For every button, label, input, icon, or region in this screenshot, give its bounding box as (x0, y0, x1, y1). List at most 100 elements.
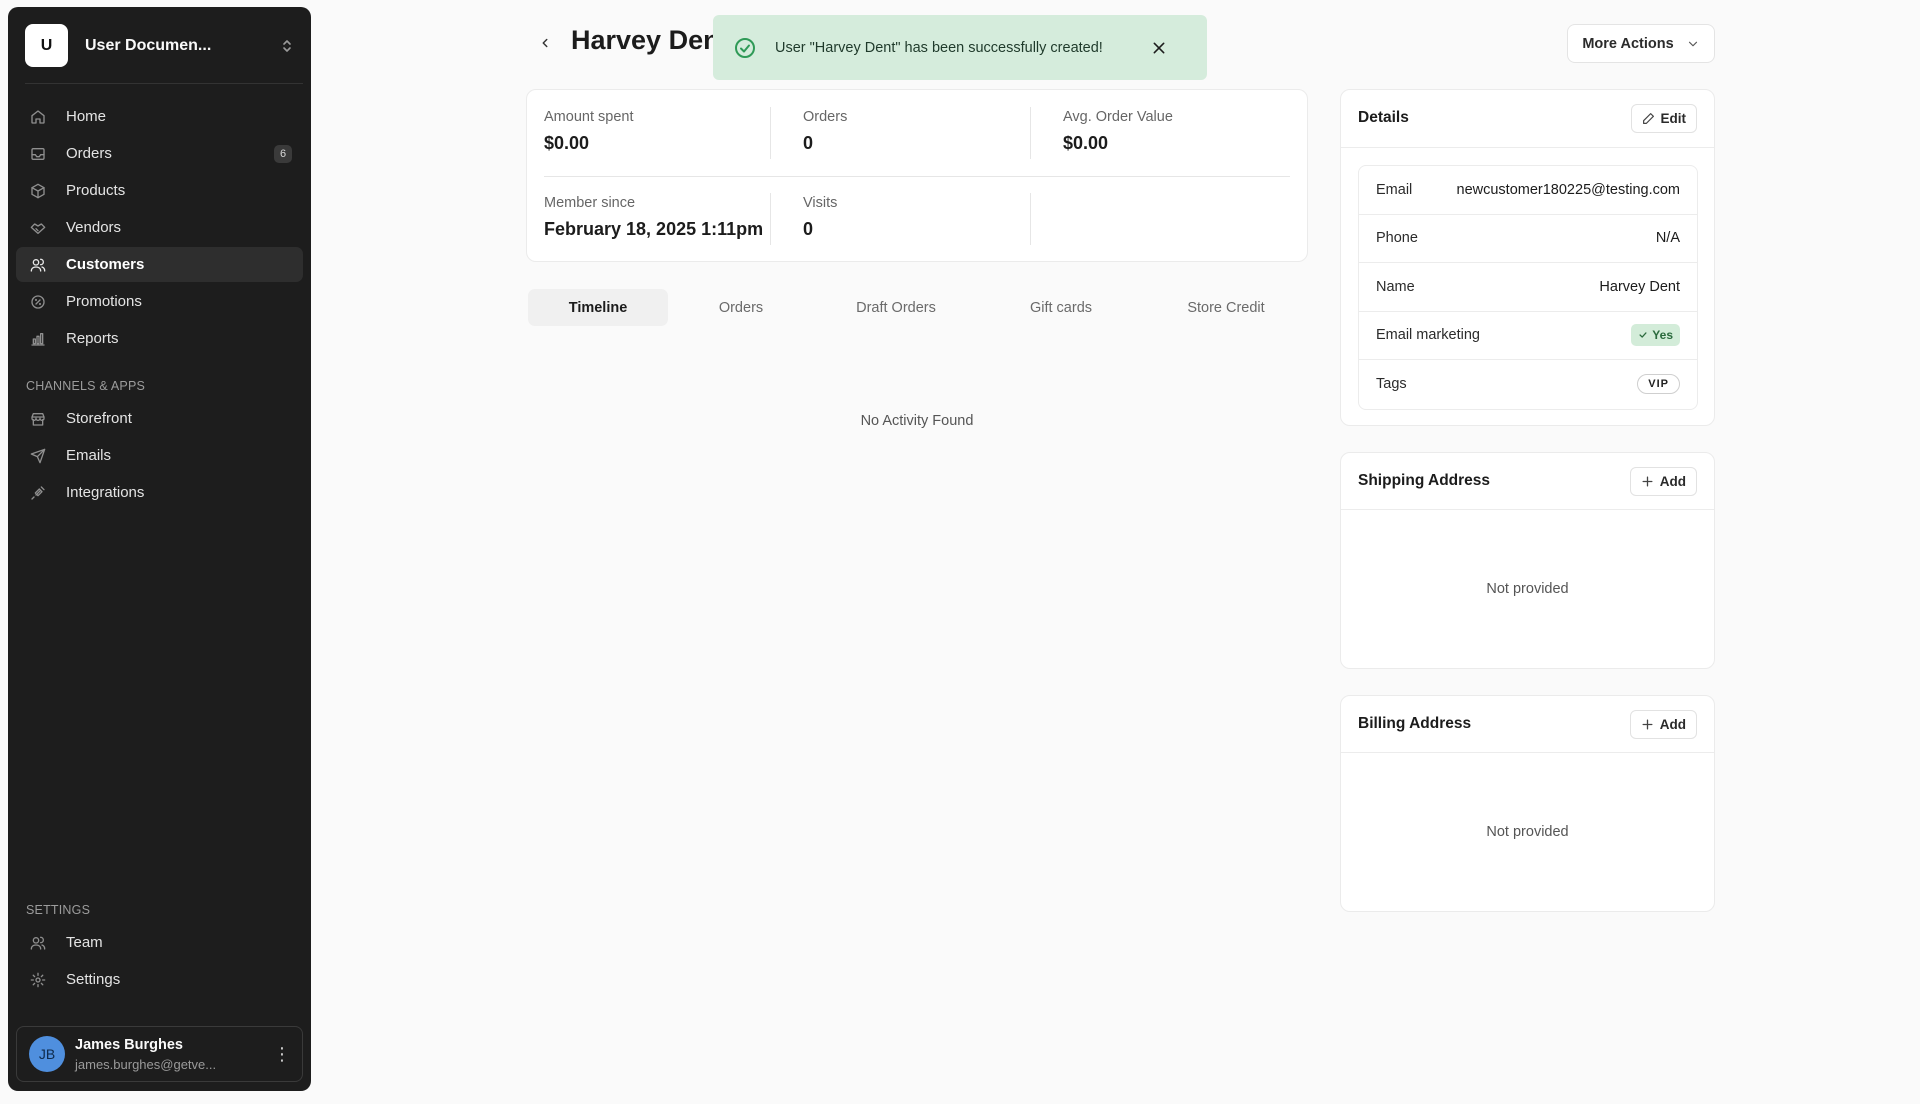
billing-title: Billing Address (1358, 715, 1472, 732)
send-icon (29, 447, 47, 465)
stat-amount-spent: Amount spent $0.00 (544, 109, 633, 154)
edit-details-button[interactable]: Edit (1630, 104, 1697, 133)
sidebar-item-promotions[interactable]: Promotions (16, 284, 303, 319)
plus-icon (1641, 718, 1654, 731)
sidebar-item-vendors[interactable]: Vendors (16, 210, 303, 245)
plug-icon (29, 484, 47, 502)
details-table: Email newcustomer180225@testing.com Phon… (1358, 165, 1698, 410)
shipping-address-card: Shipping Address Add Not provided (1340, 452, 1715, 669)
gear-icon (29, 971, 47, 989)
add-shipping-address-button[interactable]: Add (1629, 467, 1697, 496)
sidebar-item-reports[interactable]: Reports (16, 321, 303, 356)
sidebar-item-label: Promotions (66, 293, 142, 310)
detail-key: Phone (1376, 230, 1418, 247)
timeline-empty-state: No Activity Found (860, 413, 974, 429)
orders-count-badge: 6 (274, 145, 292, 163)
stat-label: Orders (803, 109, 848, 125)
check-icon (1639, 332, 1647, 338)
check-circle-icon (735, 37, 755, 58)
channels-nav: Storefront Emails Integrations (16, 401, 303, 512)
user-info: James Burghes james.burghes@getve... (75, 1037, 272, 1072)
sidebar: U User Documen... Home Orders 6 Products… (8, 7, 311, 1091)
add-billing-address-button[interactable]: Add (1629, 710, 1697, 739)
tab-timeline[interactable]: Timeline (528, 289, 668, 326)
plus-icon (1641, 475, 1654, 488)
tab-draft-orders[interactable]: Draft Orders (814, 289, 978, 326)
sidebar-item-integrations[interactable]: Integrations (16, 475, 303, 510)
sidebar-item-label: Team (66, 934, 103, 951)
stats-row-divider (544, 176, 1290, 177)
shipping-title: Shipping Address (1358, 472, 1491, 489)
billing-header-divider (1341, 752, 1714, 753)
detail-key: Email marketing (1376, 327, 1480, 344)
success-toast: User "Harvey Dent" has been successfully… (713, 15, 1207, 80)
sidebar-item-storefront[interactable]: Storefront (16, 401, 303, 436)
stat-visits: Visits 0 (803, 195, 837, 240)
sidebar-item-home[interactable]: Home (16, 99, 303, 134)
pencil-icon (1642, 112, 1655, 125)
detail-key: Tags (1376, 376, 1407, 393)
status-badge: Yes (1631, 324, 1680, 347)
detail-key: Email (1376, 181, 1413, 198)
handshake-icon (29, 219, 47, 237)
shipping-empty-state: Not provided (1486, 581, 1569, 597)
tag-badge: VIP (1637, 374, 1680, 395)
detail-row-name: Name Harvey Dent (1359, 263, 1697, 312)
stat-value: $0.00 (1063, 133, 1109, 153)
sidebar-item-label: Reports (66, 330, 119, 347)
user-email: james.burghes@getve... (75, 1056, 217, 1072)
tab-store-credit[interactable]: Store Credit (1144, 289, 1308, 326)
add-label: Add (1659, 717, 1686, 732)
email-marketing-value: Yes (1652, 328, 1673, 343)
detail-row-tags: Tags VIP (1359, 360, 1697, 409)
sidebar-item-customers[interactable]: Customers (16, 247, 303, 282)
sidebar-item-products[interactable]: Products (16, 173, 303, 208)
page-title: Harvey Dent (571, 25, 729, 55)
main-nav: Home Orders 6 Products Vendors Customers… (16, 99, 303, 358)
sidebar-item-label: Home (66, 108, 107, 125)
stat-divider (1030, 107, 1031, 159)
sidebar-item-orders[interactable]: Orders 6 (16, 136, 303, 171)
details-title: Details (1358, 109, 1409, 126)
package-icon (29, 182, 47, 200)
back-button[interactable] (535, 33, 555, 53)
store-icon (29, 410, 47, 428)
tab-gift-cards[interactable]: Gift cards (978, 289, 1144, 326)
settings-section-title: SETTINGS (26, 903, 91, 917)
toast-message: User "Harvey Dent" has been successfully… (775, 39, 1103, 56)
more-actions-label: More Actions (1582, 35, 1674, 52)
billing-empty-state: Not provided (1486, 824, 1569, 840)
stat-divider (770, 193, 771, 245)
sidebar-item-settings[interactable]: Settings (16, 962, 303, 997)
sidebar-item-label: Settings (66, 971, 121, 988)
sidebar-item-label: Customers (66, 256, 145, 273)
customer-email: newcustomer180225@testing.com (1456, 181, 1680, 198)
detail-key: Name (1376, 278, 1415, 295)
chevron-left-icon (542, 38, 548, 48)
toast-close-button[interactable] (1147, 36, 1171, 60)
users-icon (29, 934, 47, 952)
store-logo: U (25, 24, 68, 67)
sidebar-item-label: Integrations (66, 484, 145, 501)
details-header-divider (1341, 147, 1714, 148)
sidebar-item-label: Storefront (66, 410, 132, 427)
details-card: Details Edit Email newcustomer180225@tes… (1340, 89, 1715, 426)
stat-avg-order-value: Avg. Order Value $0.00 (1063, 109, 1173, 154)
stat-orders: Orders 0 (803, 109, 847, 154)
edit-label: Edit (1660, 111, 1687, 126)
store-switcher[interactable]: U User Documen... (25, 24, 294, 67)
user-account-card[interactable]: JB James Burghes james.burghes@getve... … (16, 1026, 303, 1082)
stat-label: Member since (544, 195, 636, 211)
billing-address-card: Billing Address Add Not provided (1340, 695, 1715, 912)
stat-member-since: Member since February 18, 2025 1:11pm (544, 195, 763, 240)
detail-row-phone: Phone N/A (1359, 215, 1697, 263)
more-vertical-icon[interactable]: ⋮ (272, 1045, 292, 1063)
stat-value: 0 (803, 219, 814, 239)
more-actions-button[interactable]: More Actions (1567, 24, 1715, 63)
add-label: Add (1659, 474, 1686, 489)
sidebar-item-emails[interactable]: Emails (16, 438, 303, 473)
tab-orders[interactable]: Orders (668, 289, 814, 326)
customer-stats-card: Amount spent $0.00 Orders 0 Avg. Order V… (526, 89, 1308, 262)
stat-value: 0 (803, 133, 814, 153)
sidebar-item-team[interactable]: Team (16, 925, 303, 960)
